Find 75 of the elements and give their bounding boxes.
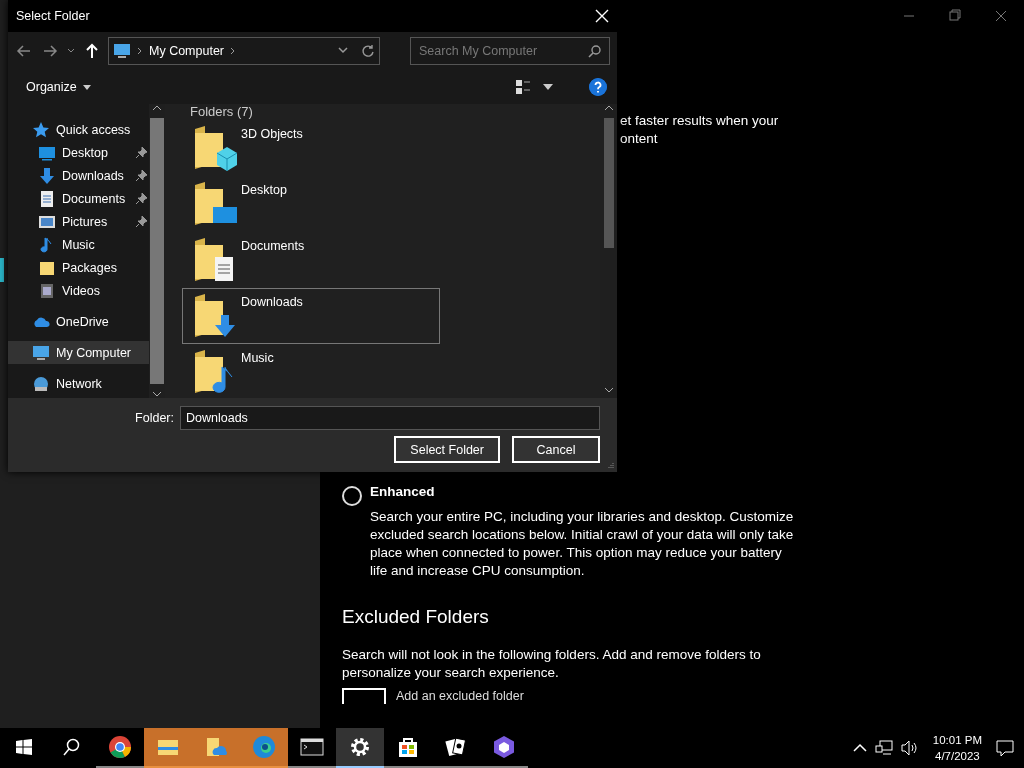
folder-item[interactable]: 3D Objects bbox=[182, 120, 440, 176]
video-icon bbox=[38, 281, 56, 300]
nav-item[interactable]: Documents bbox=[8, 187, 149, 210]
nav-item[interactable]: Pictures bbox=[8, 210, 149, 233]
cloud-folder-icon bbox=[204, 735, 228, 759]
nav-item[interactable]: Quick access bbox=[8, 118, 149, 141]
search-icon bbox=[63, 738, 81, 756]
folder-item[interactable]: Music bbox=[182, 344, 440, 398]
dialog-button[interactable]: Cancel bbox=[512, 436, 600, 463]
nav-item[interactable]: Packages bbox=[8, 256, 149, 279]
speaker-icon[interactable] bbox=[900, 740, 919, 756]
download-icon bbox=[38, 166, 56, 185]
nav-item[interactable]: Music bbox=[8, 233, 149, 256]
section-title: Excluded Folders bbox=[342, 606, 490, 628]
network-icon bbox=[32, 374, 50, 393]
scroll-up-icon[interactable] bbox=[152, 104, 162, 112]
folder-item[interactable]: Documents bbox=[182, 232, 440, 288]
terminal-icon bbox=[300, 735, 324, 759]
chevron-up-icon[interactable] bbox=[852, 743, 867, 753]
chevron-right-icon[interactable] bbox=[137, 47, 143, 55]
add-folder-label[interactable]: Add an excluded folder bbox=[396, 689, 524, 703]
scroll-up-icon[interactable] bbox=[603, 104, 614, 112]
notification-icon[interactable] bbox=[996, 739, 1014, 757]
windows-logo-icon bbox=[16, 739, 32, 755]
chrome-icon bbox=[108, 735, 132, 759]
group-header: Folders (7) bbox=[189, 104, 254, 120]
nav-item[interactable]: Downloads bbox=[8, 164, 149, 187]
folder-label: Folder: bbox=[135, 411, 174, 425]
folder-item[interactable]: Desktop bbox=[182, 176, 440, 232]
address-bar[interactable]: My Computer bbox=[108, 37, 380, 65]
cards-icon bbox=[444, 735, 468, 759]
scrollbar-thumb[interactable] bbox=[603, 118, 614, 248]
taskbar-app-button[interactable] bbox=[336, 728, 384, 768]
help-icon[interactable] bbox=[589, 78, 607, 96]
nav-item[interactable]: Desktop bbox=[8, 141, 149, 164]
hexagon-icon bbox=[492, 735, 516, 759]
nav-item[interactable]: OneDrive bbox=[8, 310, 149, 333]
settings-icon bbox=[348, 735, 372, 759]
description-text: et faster results when your bbox=[620, 112, 780, 130]
nav-item[interactable]: Videos bbox=[8, 279, 149, 302]
refresh-icon[interactable] bbox=[361, 44, 375, 58]
document-icon bbox=[38, 189, 56, 208]
close-icon[interactable] bbox=[595, 9, 609, 23]
folder-item[interactable]: Downloads bbox=[182, 288, 440, 344]
chevron-right-icon[interactable] bbox=[230, 47, 237, 55]
add-folder-button[interactable] bbox=[342, 688, 386, 704]
network-icon[interactable] bbox=[874, 740, 893, 756]
edge-icon bbox=[252, 735, 276, 759]
nav-item[interactable]: My Computer bbox=[8, 341, 149, 364]
description-text: ontent bbox=[620, 130, 659, 148]
view-options-icon[interactable] bbox=[515, 79, 531, 95]
dialog-button[interactable]: Select Folder bbox=[394, 436, 500, 463]
organize-menu[interactable]: Organize bbox=[18, 76, 99, 98]
computer-icon bbox=[32, 343, 50, 362]
clock[interactable]: 10:01 PM 4/7/2023 bbox=[926, 732, 988, 764]
section-description: Search will not look in the following folders. Add and remove folders to personalize your search experience. bbox=[342, 646, 762, 682]
radio-button[interactable] bbox=[342, 486, 362, 506]
caret-icon bbox=[82, 84, 91, 90]
nav-item[interactable]: Network bbox=[8, 372, 149, 395]
store-icon bbox=[396, 735, 420, 759]
dialog-title: Select Folder bbox=[16, 9, 90, 23]
selection-indicator bbox=[0, 258, 4, 282]
option-description: Search your entire PC, including your libraries and desktop. Customize excluded search locations below. Initial crawl of your data will only take place when connected to power. This option may reduce your battery life and increase CPU consumption. bbox=[370, 508, 795, 580]
chevron-down-icon[interactable] bbox=[337, 44, 349, 56]
computer-icon bbox=[113, 42, 131, 60]
option-label: Enhanced bbox=[370, 484, 436, 501]
scroll-down-icon[interactable] bbox=[152, 390, 162, 398]
folder-name-field[interactable]: Downloads bbox=[180, 406, 600, 430]
resize-grip-icon[interactable] bbox=[607, 462, 615, 470]
scrollbar-thumb[interactable] bbox=[150, 118, 164, 384]
scroll-down-icon[interactable] bbox=[603, 386, 614, 394]
search-icon bbox=[588, 44, 602, 58]
caret-icon[interactable] bbox=[543, 84, 553, 90]
star-icon bbox=[32, 120, 50, 139]
search-field[interactable]: Search My Computer bbox=[410, 37, 610, 65]
